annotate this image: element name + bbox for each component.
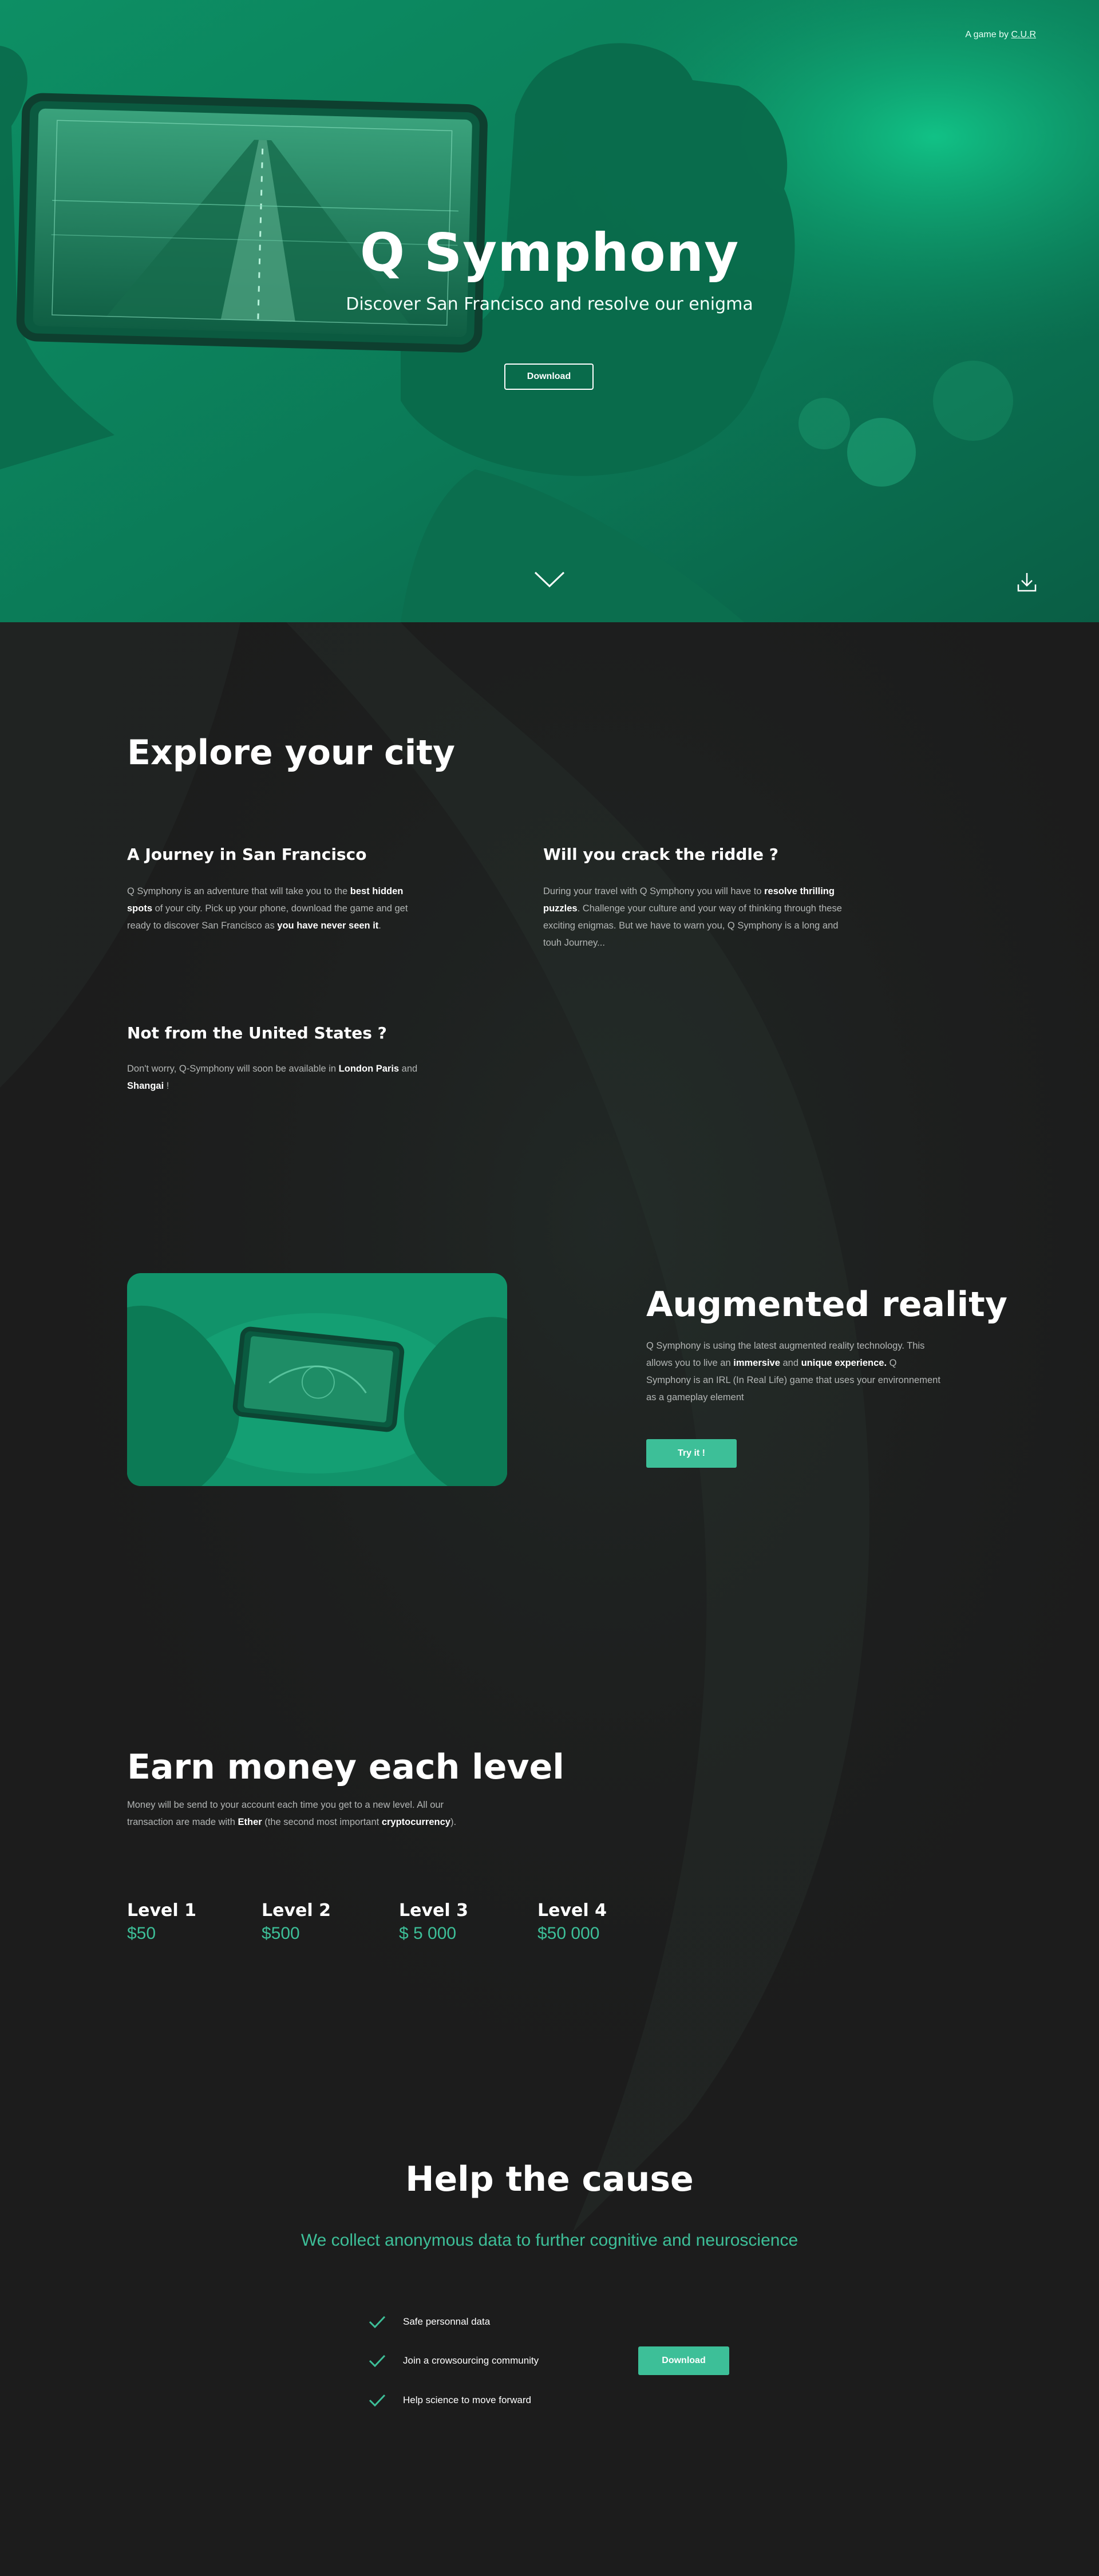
level-name: Level 3 bbox=[399, 1901, 468, 1921]
level-reward: $500 bbox=[262, 1924, 300, 1943]
money-title: Earn money each level bbox=[127, 1747, 564, 1787]
emphasis-text: Ether bbox=[238, 1817, 262, 1827]
hero-download-button[interactable]: Download bbox=[504, 364, 594, 390]
journey-text: Q Symphony is an adventure that will tak… bbox=[127, 886, 408, 931]
level-item: Level 2 $500 bbox=[262, 1901, 331, 1943]
level-item: Level 3 $ 5 000 bbox=[399, 1901, 468, 1943]
ar-image bbox=[127, 1273, 507, 1486]
explore-title: Explore your city bbox=[127, 733, 456, 773]
chevron-down-icon[interactable] bbox=[533, 570, 566, 588]
emphasis-text: you have never seen it bbox=[277, 920, 379, 931]
ar-text: Q Symphony is using the latest augmented… bbox=[646, 1341, 940, 1402]
emphasis-text: best hidden spots bbox=[127, 886, 404, 914]
level-reward: $ 5 000 bbox=[399, 1924, 457, 1943]
level-reward: $50 000 bbox=[537, 1924, 600, 1943]
credit-prefix: A game by bbox=[965, 30, 1011, 39]
feature-item: Safe personnal data bbox=[369, 2313, 490, 2330]
feature-label: Safe personnal data bbox=[403, 2316, 491, 2327]
credit-text: A game by C.U.R bbox=[965, 30, 1036, 40]
help-download-button[interactable]: Download bbox=[638, 2346, 729, 2375]
riddle-title: Will you crack the riddle ? bbox=[543, 845, 778, 864]
check-icon bbox=[369, 2316, 386, 2328]
feature-item: Help science to move forward bbox=[369, 2392, 531, 2409]
hero-subtitle: Discover San Francisco and resolve our e… bbox=[346, 294, 753, 314]
level-item: Level 4 $50 000 bbox=[537, 1901, 607, 1943]
feature-label: Help science to move forward bbox=[403, 2395, 531, 2405]
riddle-text: During your travel with Q Symphony you w… bbox=[543, 886, 842, 948]
not-us-title: Not from the United States ? bbox=[127, 1024, 387, 1042]
money-text: Money will be send to your account each … bbox=[127, 1800, 457, 1827]
ar-title: Augmented reality bbox=[646, 1285, 1007, 1325]
hero-section: A game by C.U.R Q Symphony Discover San … bbox=[0, 0, 1099, 622]
feature-item: Join a crowsourcing community bbox=[369, 2352, 539, 2369]
emphasis-text: London Paris bbox=[338, 1064, 400, 1074]
level-name: Level 2 bbox=[262, 1901, 331, 1921]
check-icon bbox=[369, 2354, 386, 2367]
credit-link[interactable]: C.U.R bbox=[1011, 30, 1036, 39]
level-name: Level 1 bbox=[127, 1901, 196, 1921]
emphasis-text: resolve thrilling puzzles bbox=[543, 886, 835, 914]
try-it-button[interactable]: Try it ! bbox=[646, 1439, 737, 1468]
level-name: Level 4 bbox=[537, 1901, 607, 1921]
emphasis-text: immersive bbox=[733, 1358, 780, 1368]
level-reward: $50 bbox=[127, 1924, 156, 1943]
check-icon bbox=[369, 2394, 386, 2407]
level-item: Level 1 $50 bbox=[127, 1901, 196, 1943]
help-subtitle: We collect anonymous data to further cog… bbox=[301, 2231, 798, 2250]
download-icon[interactable] bbox=[1017, 572, 1037, 592]
feature-label: Join a crowsourcing community bbox=[403, 2355, 539, 2366]
emphasis-text: Shangai bbox=[127, 1081, 164, 1091]
journey-title: A Journey in San Francisco bbox=[127, 845, 367, 864]
emphasis-text: cryptocurrency bbox=[381, 1817, 450, 1827]
hero-title: Q Symphony bbox=[359, 222, 740, 283]
help-title: Help the cause bbox=[405, 2159, 694, 2199]
emphasis-text: unique experience. bbox=[801, 1358, 887, 1368]
not-us-text: Don't worry, Q-Symphony will soon be ava… bbox=[127, 1064, 418, 1091]
